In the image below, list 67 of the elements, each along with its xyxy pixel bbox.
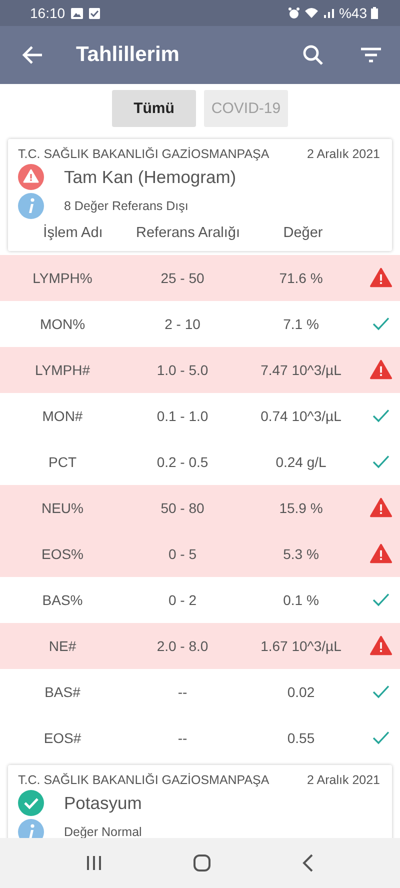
reference-range: 50 - 80 (160, 500, 206, 516)
test-code: BAS# (44, 684, 82, 700)
reference-range: 25 - 50 (160, 270, 206, 286)
warning-icon (369, 635, 393, 657)
result-value: 15.9 % (278, 500, 324, 516)
search-icon[interactable] (302, 44, 324, 66)
institution-name: T.C. SAĞLIK BAKANLIĞI GAZİOSMANPAŞA (18, 147, 270, 161)
reference-range: -- (176, 730, 188, 746)
test-code: PCT (48, 454, 78, 470)
filter-tab[interactable]: Tümü (112, 90, 196, 127)
status-note: 8 Değer Referans Dışı (64, 199, 188, 213)
institution-name: T.C. SAĞLIK BAKANLIĞI GAZİOSMANPAŞA (18, 773, 270, 787)
signal-icon (322, 7, 335, 19)
column-header: Değer (282, 225, 324, 241)
reference-range: 0 - 2 (167, 592, 198, 608)
test-code: MON% (38, 316, 86, 332)
recent-apps-icon[interactable] (86, 855, 102, 871)
test-name: Tam Kan (Hemogram) (64, 166, 236, 188)
alarm-icon (288, 7, 300, 19)
column-header: İşlem Adı (42, 225, 104, 241)
test-code: EOS# (42, 730, 82, 746)
result-date: 2 Aralık 2021 (307, 773, 380, 787)
reference-range: 0 - 5 (167, 546, 198, 562)
result-value: 5.3 % (282, 546, 320, 562)
filter-icon[interactable] (360, 47, 382, 63)
test-name: Potasyum (64, 792, 142, 814)
result-value: 0.55 (286, 730, 316, 746)
result-value: 1.67 10^3/µL (260, 638, 342, 654)
clock: 16:10 (30, 5, 66, 21)
back-icon[interactable] (302, 854, 314, 872)
warning-icon (369, 497, 393, 519)
test-code: NEU% (40, 500, 84, 516)
image-icon (71, 8, 84, 18)
warning-icon (369, 359, 393, 381)
reference-range: 1.0 - 5.0 (156, 362, 210, 378)
info-icon (18, 193, 44, 219)
reference-range: 2 - 10 (164, 316, 202, 332)
wifi-icon (304, 7, 319, 19)
reference-range: 0.1 - 1.0 (156, 408, 210, 424)
result-value: 71.6 % (278, 270, 324, 286)
page-title: Tahlillerim (76, 43, 180, 67)
result-date: 2 Aralık 2021 (307, 147, 380, 161)
test-code: NE# (48, 638, 78, 654)
test-code: LYMPH% (32, 270, 94, 286)
home-icon[interactable] (192, 854, 211, 872)
checkbox-icon (89, 8, 100, 18)
result-value: 7.47 10^3/µL (260, 362, 342, 378)
warning-icon (369, 543, 393, 565)
battery-icon (371, 7, 378, 19)
test-code: MON# (41, 408, 84, 424)
result-value: 0.1 % (282, 592, 320, 608)
column-header: Referans Aralığı (135, 225, 241, 241)
reference-range: 0.2 - 0.5 (156, 454, 210, 470)
result-card[interactable]: T.C. SAĞLIK BAKANLIĞI GAZİOSMANPAŞA 2 Aralık 2021 Tam Kan (Hemogram) 8 Değer Referans Dışı İşlem Adı Referans Aralığı Değer (8, 139, 392, 251)
test-code: LYMPH# (34, 362, 91, 378)
warning-icon (369, 267, 393, 289)
test-code: EOS% (40, 546, 84, 562)
result-value: 7.1 % (282, 316, 320, 332)
back-arrow-icon[interactable] (22, 45, 44, 65)
result-value: 0.24 g/L (274, 454, 328, 470)
reference-range: -- (176, 684, 188, 700)
result-value: 0.02 (286, 684, 316, 700)
info-icon (18, 819, 44, 838)
reference-range: 2.0 - 8.0 (156, 638, 210, 654)
result-value: 0.74 10^3/µL (260, 408, 342, 424)
test-code: BAS% (41, 592, 84, 608)
battery-text: %43 (338, 5, 367, 21)
